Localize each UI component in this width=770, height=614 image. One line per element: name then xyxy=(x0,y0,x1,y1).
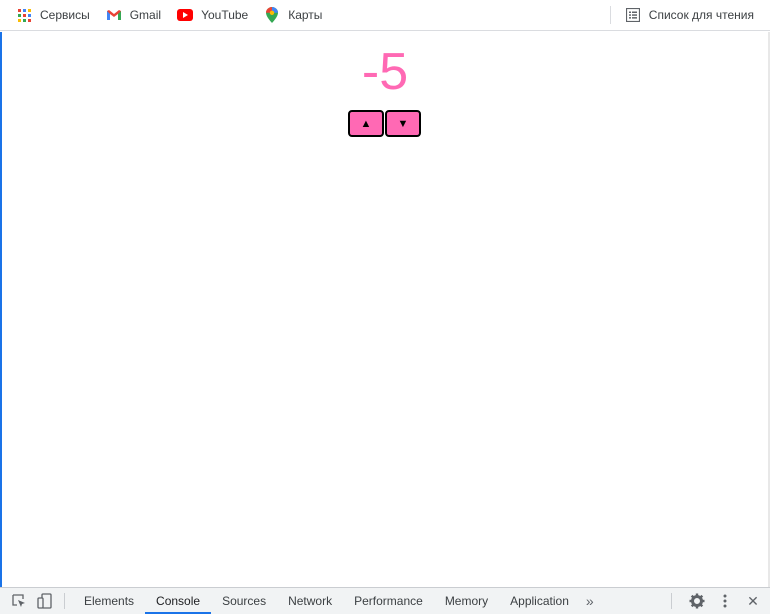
bookmark-label: Сервисы xyxy=(40,8,90,22)
bookmark-label: Gmail xyxy=(129,8,162,22)
close-icon[interactable]: ✕ xyxy=(742,590,764,612)
more-tabs-button[interactable]: » xyxy=(580,593,600,609)
increment-button[interactable]: ▲ xyxy=(348,110,384,137)
inspect-element-icon[interactable] xyxy=(8,590,30,612)
tab-performance[interactable]: Performance xyxy=(343,588,434,614)
device-toolbar-icon[interactable] xyxy=(34,590,56,612)
tab-sources[interactable]: Sources xyxy=(211,588,277,614)
gmail-icon xyxy=(106,7,122,23)
tab-application[interactable]: Application xyxy=(499,588,580,614)
reading-list-icon xyxy=(625,7,641,23)
bookmarks-bar: Сервисы Gmail YouTube Карты Список для ч… xyxy=(0,0,770,31)
maps-pin-icon xyxy=(264,7,280,23)
devtools-separator xyxy=(64,593,65,609)
tab-network[interactable]: Network xyxy=(277,588,343,614)
bookmark-maps[interactable]: Карты xyxy=(258,3,328,27)
tab-console[interactable]: Console xyxy=(145,588,212,614)
youtube-icon xyxy=(177,7,194,23)
more-options-icon[interactable] xyxy=(714,590,736,612)
bookmarks-separator xyxy=(609,6,611,24)
bookmark-services[interactable]: Сервисы xyxy=(10,3,96,27)
window-frame-left xyxy=(0,32,2,614)
reading-list-button[interactable]: Список для чтения xyxy=(619,3,760,27)
apps-grid-icon xyxy=(16,7,32,23)
bookmark-label: YouTube xyxy=(201,8,249,22)
decrement-button[interactable]: ▼ xyxy=(385,110,421,137)
reading-list-label: Список для чтения xyxy=(648,8,754,22)
counter-controls: ▲ ▼ xyxy=(348,110,421,137)
tab-elements[interactable]: Elements xyxy=(73,588,145,614)
counter-value: -5 xyxy=(361,43,409,101)
bookmark-gmail[interactable]: Gmail xyxy=(100,3,167,27)
bookmark-label: Карты xyxy=(288,8,323,22)
bookmark-youtube[interactable]: YouTube xyxy=(171,3,254,27)
devtools-separator xyxy=(671,593,672,609)
gear-icon[interactable] xyxy=(686,590,708,612)
tab-memory[interactable]: Memory xyxy=(434,588,499,614)
devtools-toolbar: Elements Console Sources Network Perform… xyxy=(0,587,770,614)
